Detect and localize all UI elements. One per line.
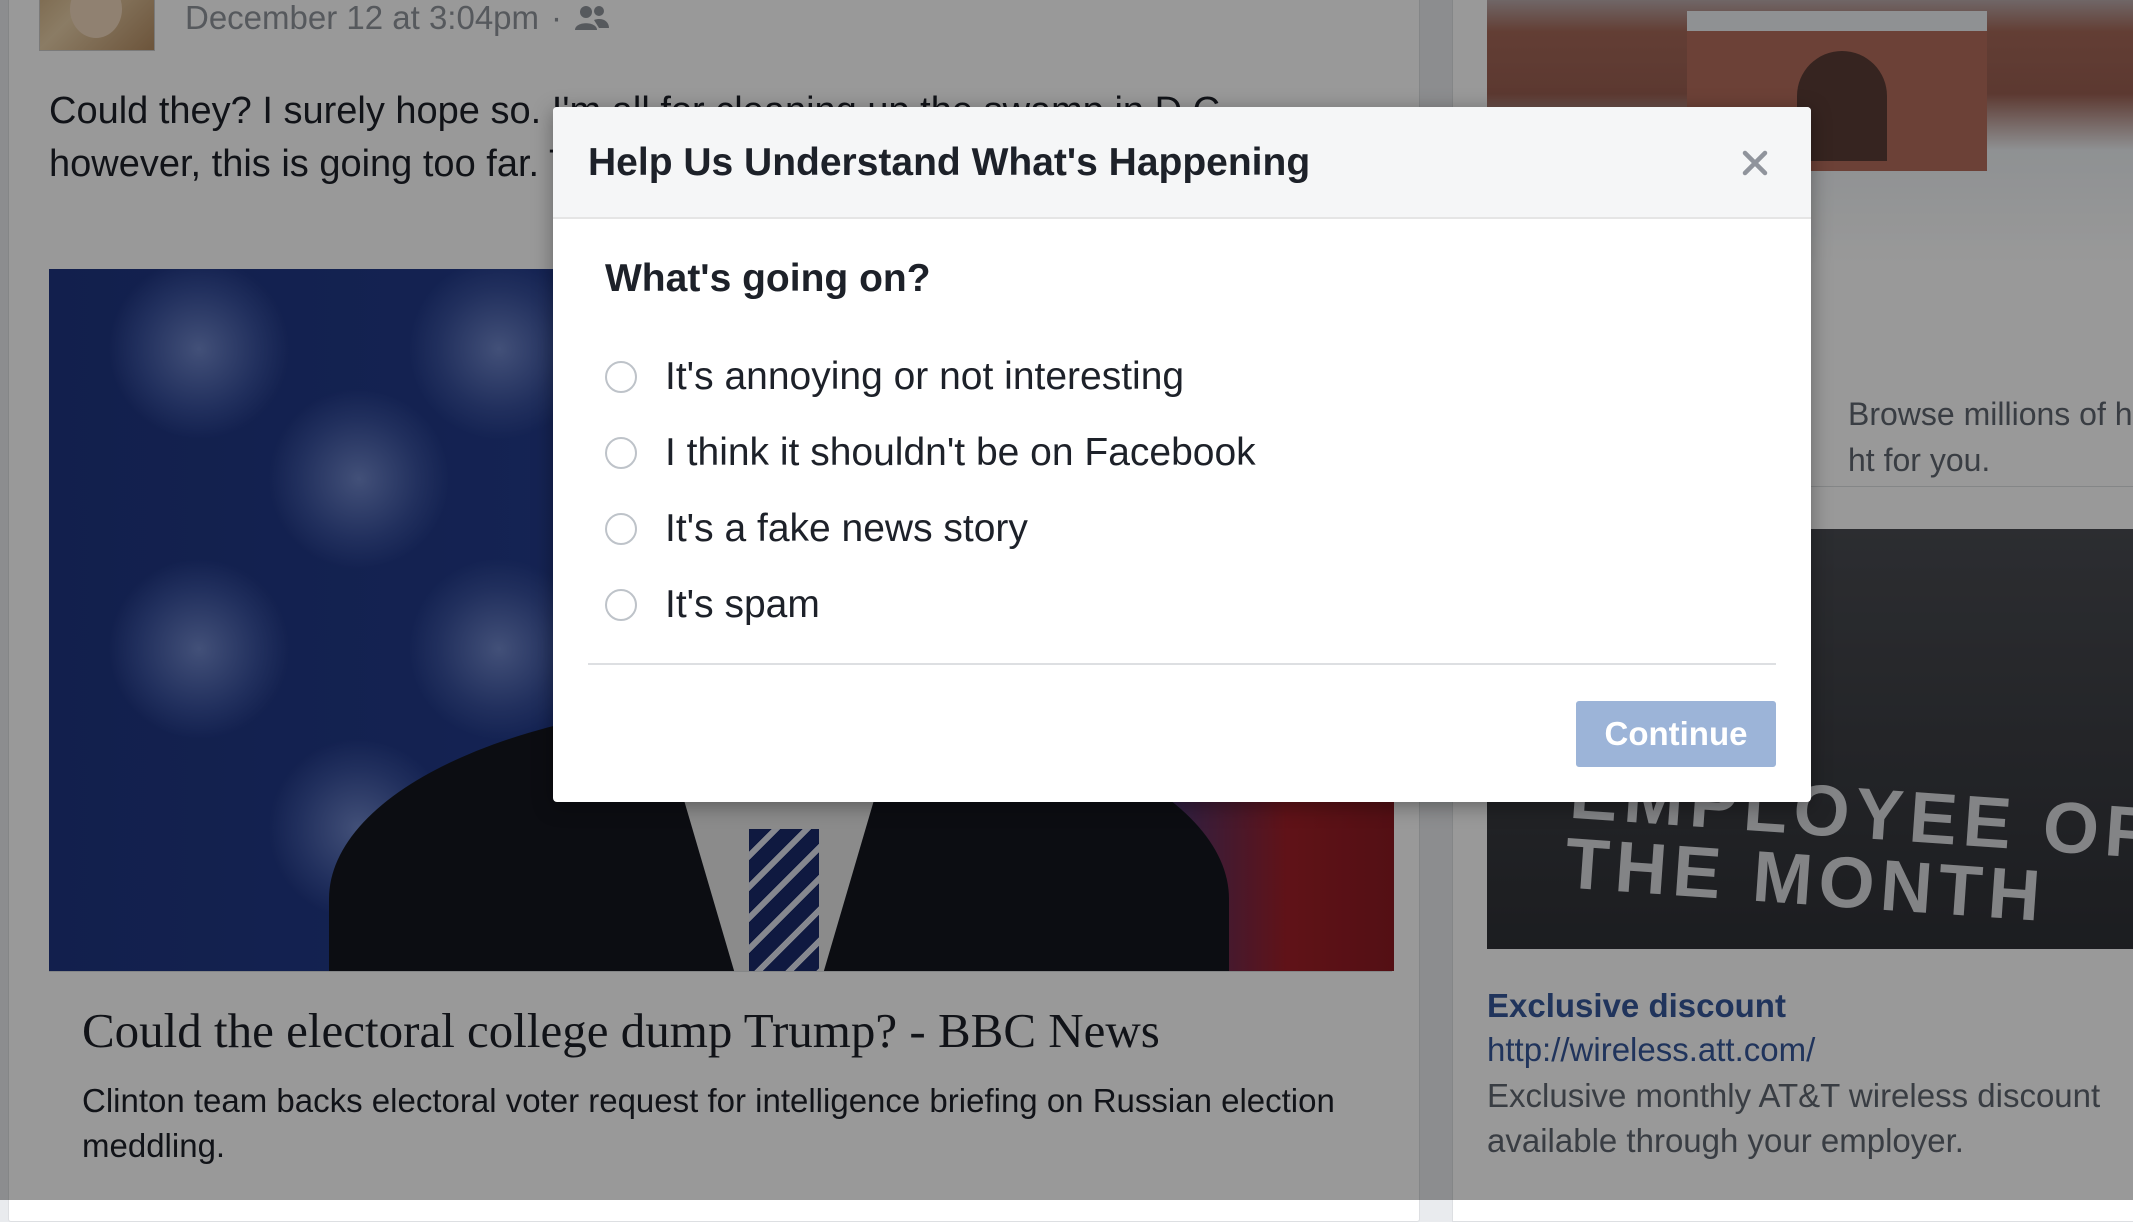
dialog-question: What's going on? bbox=[605, 257, 931, 300]
radio-button[interactable] bbox=[605, 589, 637, 621]
dialog-title: Help Us Understand What's Happening bbox=[588, 141, 1311, 184]
option-label[interactable]: It's annoying or not interesting bbox=[665, 355, 1184, 399]
option-label[interactable]: It's spam bbox=[665, 583, 820, 627]
radio-button[interactable] bbox=[605, 513, 637, 545]
continue-button[interactable]: Continue bbox=[1576, 701, 1776, 767]
option-shouldnt-be-on-facebook[interactable]: I think it shouldn't be on Facebook bbox=[605, 415, 1705, 491]
radio-button[interactable] bbox=[605, 437, 637, 469]
option-spam[interactable]: It's spam bbox=[605, 567, 1705, 643]
option-label[interactable]: I think it shouldn't be on Facebook bbox=[665, 431, 1256, 475]
report-dialog: Help Us Understand What's Happening What… bbox=[553, 107, 1811, 802]
radio-button[interactable] bbox=[605, 361, 637, 393]
option-annoying[interactable]: It's annoying or not interesting bbox=[605, 339, 1705, 415]
option-label[interactable]: It's a fake news story bbox=[665, 507, 1028, 551]
dialog-header: Help Us Understand What's Happening bbox=[553, 107, 1811, 219]
options-list: It's annoying or not interesting I think… bbox=[605, 339, 1705, 643]
dialog-divider bbox=[588, 663, 1776, 665]
close-icon[interactable] bbox=[1735, 143, 1775, 183]
option-fake-news[interactable]: It's a fake news story bbox=[605, 491, 1705, 567]
